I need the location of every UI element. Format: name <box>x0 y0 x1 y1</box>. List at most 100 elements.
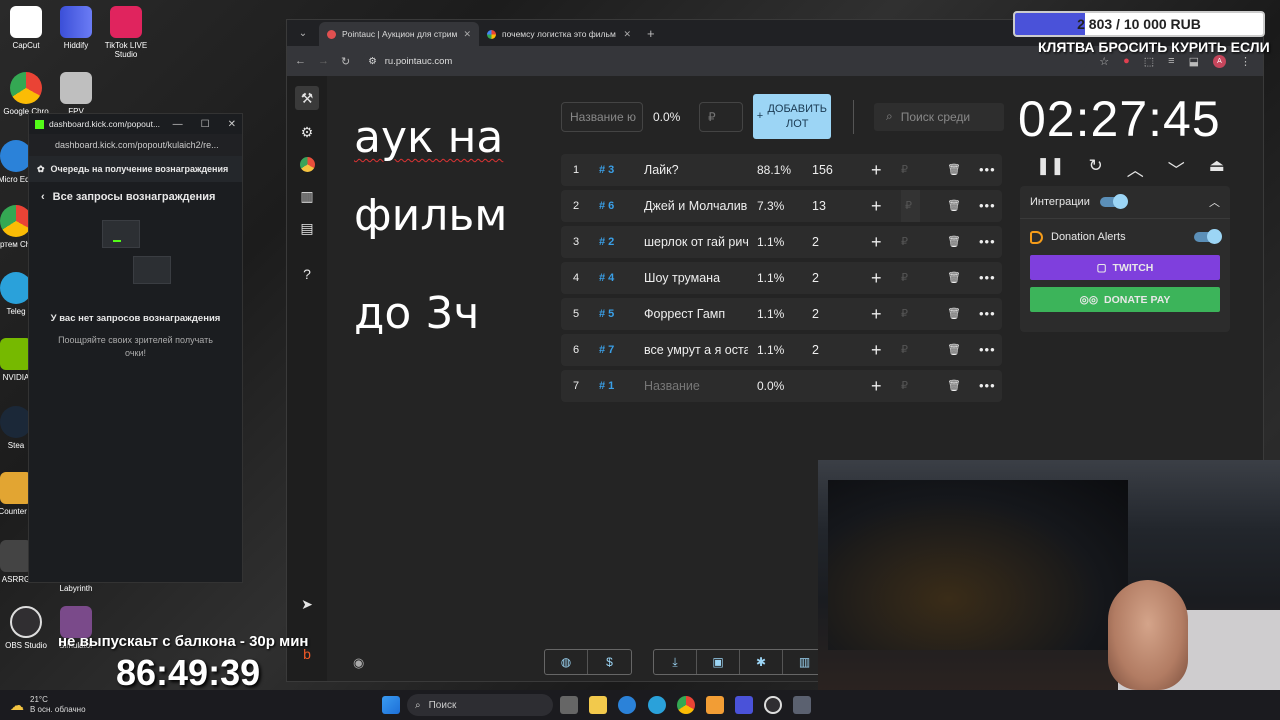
extension-red-icon[interactable]: ● <box>1123 55 1130 68</box>
hiddify-app-icon[interactable] <box>735 696 753 714</box>
increase-time-icon[interactable]: ︿ <box>1127 156 1144 181</box>
back-arrow-icon[interactable]: ← <box>295 55 306 67</box>
rub-input[interactable]: ₽ <box>901 226 908 258</box>
trash-icon[interactable]: 🗑 <box>947 190 961 222</box>
extra-app-icon[interactable] <box>793 696 811 714</box>
add-amount-icon[interactable]: + <box>871 226 882 258</box>
close-icon[interactable]: ✕ <box>623 29 631 40</box>
add-amount-icon[interactable]: + <box>871 370 882 402</box>
obs-app-icon[interactable] <box>764 696 782 714</box>
lot-name-input[interactable]: Название <box>644 370 748 402</box>
reload-icon[interactable]: ↻ <box>341 55 350 68</box>
new-tab-icon[interactable]: + <box>647 26 655 41</box>
pause-icon[interactable]: ❚❚ <box>1036 156 1065 181</box>
lot-name[interactable]: шерлок от гай ричи <box>644 226 748 258</box>
profile-avatar[interactable]: A <box>1213 54 1226 68</box>
trash-icon[interactable]: 🗑 <box>947 298 961 330</box>
donation-alerts-toggle[interactable] <box>1194 229 1222 244</box>
desktop-icon-obs[interactable]: OBS Studio <box>0 606 54 650</box>
more-horizontal-icon[interactable]: ••• <box>979 298 996 330</box>
lot-name-input[interactable]: Название ю <box>561 101 643 132</box>
steam-app-icon[interactable] <box>706 696 724 714</box>
more-horizontal-icon[interactable]: ••• <box>979 334 996 366</box>
add-lot-button[interactable]: + ДОБАВИТЬ ЛОТ <box>753 94 831 139</box>
maximize-icon[interactable]: ☐ <box>201 119 210 130</box>
telegram-icon[interactable] <box>648 696 666 714</box>
add-amount-icon[interactable]: + <box>871 190 882 222</box>
lot-name[interactable]: все умрут а я останусь <box>644 334 748 366</box>
save-icon[interactable]: ▣ <box>697 650 740 674</box>
twitch-button[interactable]: ▢ TWITCH <box>1030 255 1220 280</box>
tab-pointauc[interactable]: Pointauc | Аукцион для стрима ✕ <box>319 22 479 46</box>
desktop-icon-fpv[interactable]: FPV <box>48 72 104 116</box>
donatepay-button[interactable]: ◎◎ DONATE PAY <box>1030 287 1220 312</box>
eject-icon[interactable]: ⏏ <box>1209 156 1225 181</box>
github-icon[interactable]: ◍ <box>545 650 588 674</box>
desktop-icon-hiddify[interactable]: Hiddify <box>48 6 104 50</box>
add-amount-icon[interactable]: + <box>871 334 882 366</box>
more-horizontal-icon[interactable]: ••• <box>979 370 996 402</box>
minimize-icon[interactable]: — <box>173 119 183 130</box>
trash-icon[interactable]: 🗑 <box>947 226 961 258</box>
lot-search-input[interactable]: ⌕ Поиск среди <box>874 102 1004 131</box>
file-explorer-icon[interactable] <box>589 696 607 714</box>
address-bar[interactable]: ⚙ ru.pointauc.com <box>362 50 1088 72</box>
rub-input[interactable]: ₽ <box>901 262 908 294</box>
add-amount-icon[interactable]: + <box>871 262 882 294</box>
auction-gavel-icon[interactable]: ⚒ <box>295 86 319 110</box>
media-controls-icon[interactable]: ≡ <box>1168 55 1174 68</box>
more-menu-icon[interactable]: ⋮ <box>1240 55 1251 68</box>
windows-start-icon[interactable] <box>382 696 400 714</box>
bookmark-star-icon[interactable]: ☆ <box>1099 55 1109 68</box>
close-icon[interactable]: ✕ <box>463 29 471 40</box>
dollar-icon[interactable]: $ <box>588 650 631 674</box>
site-info-icon[interactable]: ⚙ <box>368 56 377 67</box>
lot-name[interactable]: Форрест Гамп <box>644 298 748 330</box>
rub-input[interactable]: ₽ <box>901 298 908 330</box>
history-clipboard-icon[interactable]: ▤ <box>295 216 319 240</box>
extensions-puzzle-icon[interactable]: ⬚ <box>1144 55 1154 68</box>
help-question-icon[interactable]: ? <box>295 262 319 286</box>
rub-input[interactable]: ₽ <box>901 154 908 186</box>
desktop-icon-capcut[interactable]: CapCut <box>0 6 54 50</box>
desktop-icon-chrome[interactable]: Google Chro <box>0 72 54 116</box>
telegram-send-icon[interactable]: ➤ <box>295 592 319 616</box>
lot-amount-input[interactable]: ₽ <box>699 101 743 132</box>
desktop-icon-labyrinth[interactable]: Labyrinth <box>48 584 104 593</box>
lot-name[interactable]: Лайк? <box>644 154 748 186</box>
more-horizontal-icon[interactable]: ••• <box>979 226 996 258</box>
visibility-eye-icon[interactable]: ◉ <box>353 655 364 671</box>
reset-icon[interactable]: ↻ <box>1089 156 1103 181</box>
weather-widget[interactable]: ☁ 21°C В осн. облачно <box>10 695 86 715</box>
edge-icon[interactable] <box>618 696 636 714</box>
integrations-toggle[interactable] <box>1099 194 1128 209</box>
lot-name[interactable]: Шоу трумана <box>644 262 748 294</box>
rub-input[interactable]: ₽ <box>901 370 908 402</box>
statistics-chart-icon[interactable]: ▥ <box>295 184 319 208</box>
trash-icon[interactable]: 🗑 <box>947 154 961 186</box>
add-amount-icon[interactable]: + <box>871 298 882 330</box>
taskbar-search[interactable]: ⌕ Поиск <box>407 694 553 716</box>
download-icon[interactable]: ⤓ <box>654 650 697 674</box>
downloads-icon[interactable]: ⬓ <box>1189 55 1199 68</box>
more-horizontal-icon[interactable]: ••• <box>979 154 996 186</box>
rub-input[interactable]: ₽ <box>901 190 920 222</box>
lot-name[interactable]: Джей и Молчаливый <box>644 190 748 222</box>
chevron-up-icon[interactable]: ︿ <box>1209 194 1220 210</box>
trash-icon[interactable]: 🗑 <box>947 334 961 366</box>
wheel-pie-icon[interactable] <box>295 152 319 176</box>
more-horizontal-icon[interactable]: ••• <box>979 262 996 294</box>
close-icon[interactable]: ✕ <box>228 119 236 130</box>
decrease-time-icon[interactable]: ﹀ <box>1168 156 1185 181</box>
trash-icon[interactable]: 🗑 <box>947 262 961 294</box>
task-view-icon[interactable] <box>560 696 578 714</box>
forward-arrow-icon[interactable]: → <box>318 55 329 67</box>
more-horizontal-icon[interactable]: ••• <box>979 190 996 222</box>
chrome-icon[interactable] <box>677 696 695 714</box>
trash-icon[interactable]: 🗑 <box>947 370 961 402</box>
add-amount-icon[interactable]: + <box>871 154 882 186</box>
desktop-icon-tiktok[interactable]: TikTok LIVE Studio <box>98 6 154 59</box>
tab-google-search[interactable]: почемсу логистка это фильм ✕ <box>479 22 639 46</box>
settings-gear-icon[interactable]: ⚙ <box>295 120 319 144</box>
kick-back-button[interactable]: ‹ Все запросы вознаграждения <box>29 182 242 212</box>
